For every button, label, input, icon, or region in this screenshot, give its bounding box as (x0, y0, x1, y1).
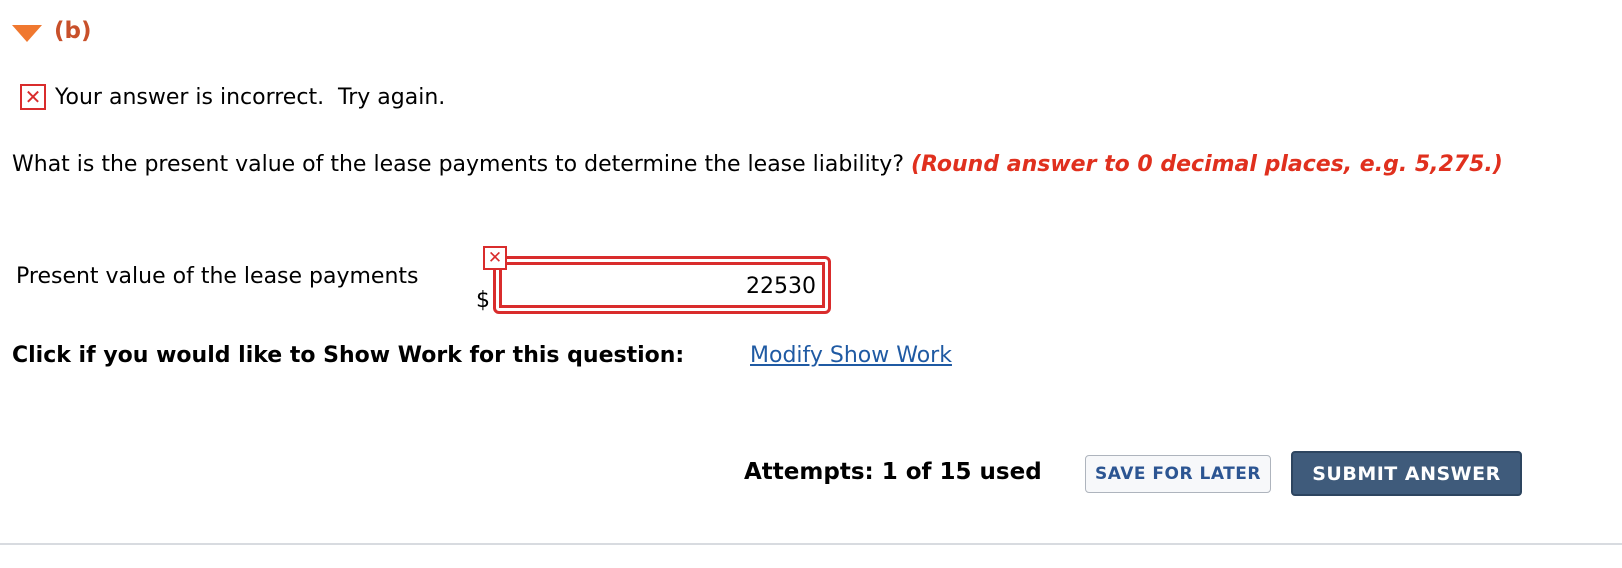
submit-answer-button[interactable]: SUBMIT ANSWER (1291, 451, 1522, 496)
section-label: (b) (54, 18, 92, 44)
question-text: What is the present value of the lease p… (12, 150, 1572, 179)
section-header[interactable]: (b) (12, 18, 92, 44)
rounding-hint: (Round answer to 0 decimal places, e.g. … (911, 152, 1503, 177)
answer-label: Present value of the lease payments (16, 264, 419, 289)
incorrect-x-icon: ✕ (483, 246, 507, 270)
feedback-message: ✕ Your answer is incorrect. Try again. (20, 84, 445, 110)
currency-symbol: $ (476, 288, 490, 313)
answer-input-wrapper (493, 256, 831, 314)
show-work-prompt: Click if you would like to Show Work for… (12, 343, 685, 368)
divider (0, 543, 1622, 545)
modify-show-work-link[interactable]: Modify Show Work (750, 343, 952, 368)
x-mark-icon: ✕ (20, 84, 46, 110)
feedback-text: Your answer is incorrect. Try again. (55, 84, 446, 110)
attempts-counter: Attempts: 1 of 15 used (744, 459, 1042, 485)
answer-input[interactable] (499, 262, 825, 308)
question-prompt: What is the present value of the lease p… (12, 152, 911, 177)
save-for-later-button[interactable]: SAVE FOR LATER (1085, 455, 1271, 493)
triangle-down-icon[interactable] (12, 24, 42, 42)
